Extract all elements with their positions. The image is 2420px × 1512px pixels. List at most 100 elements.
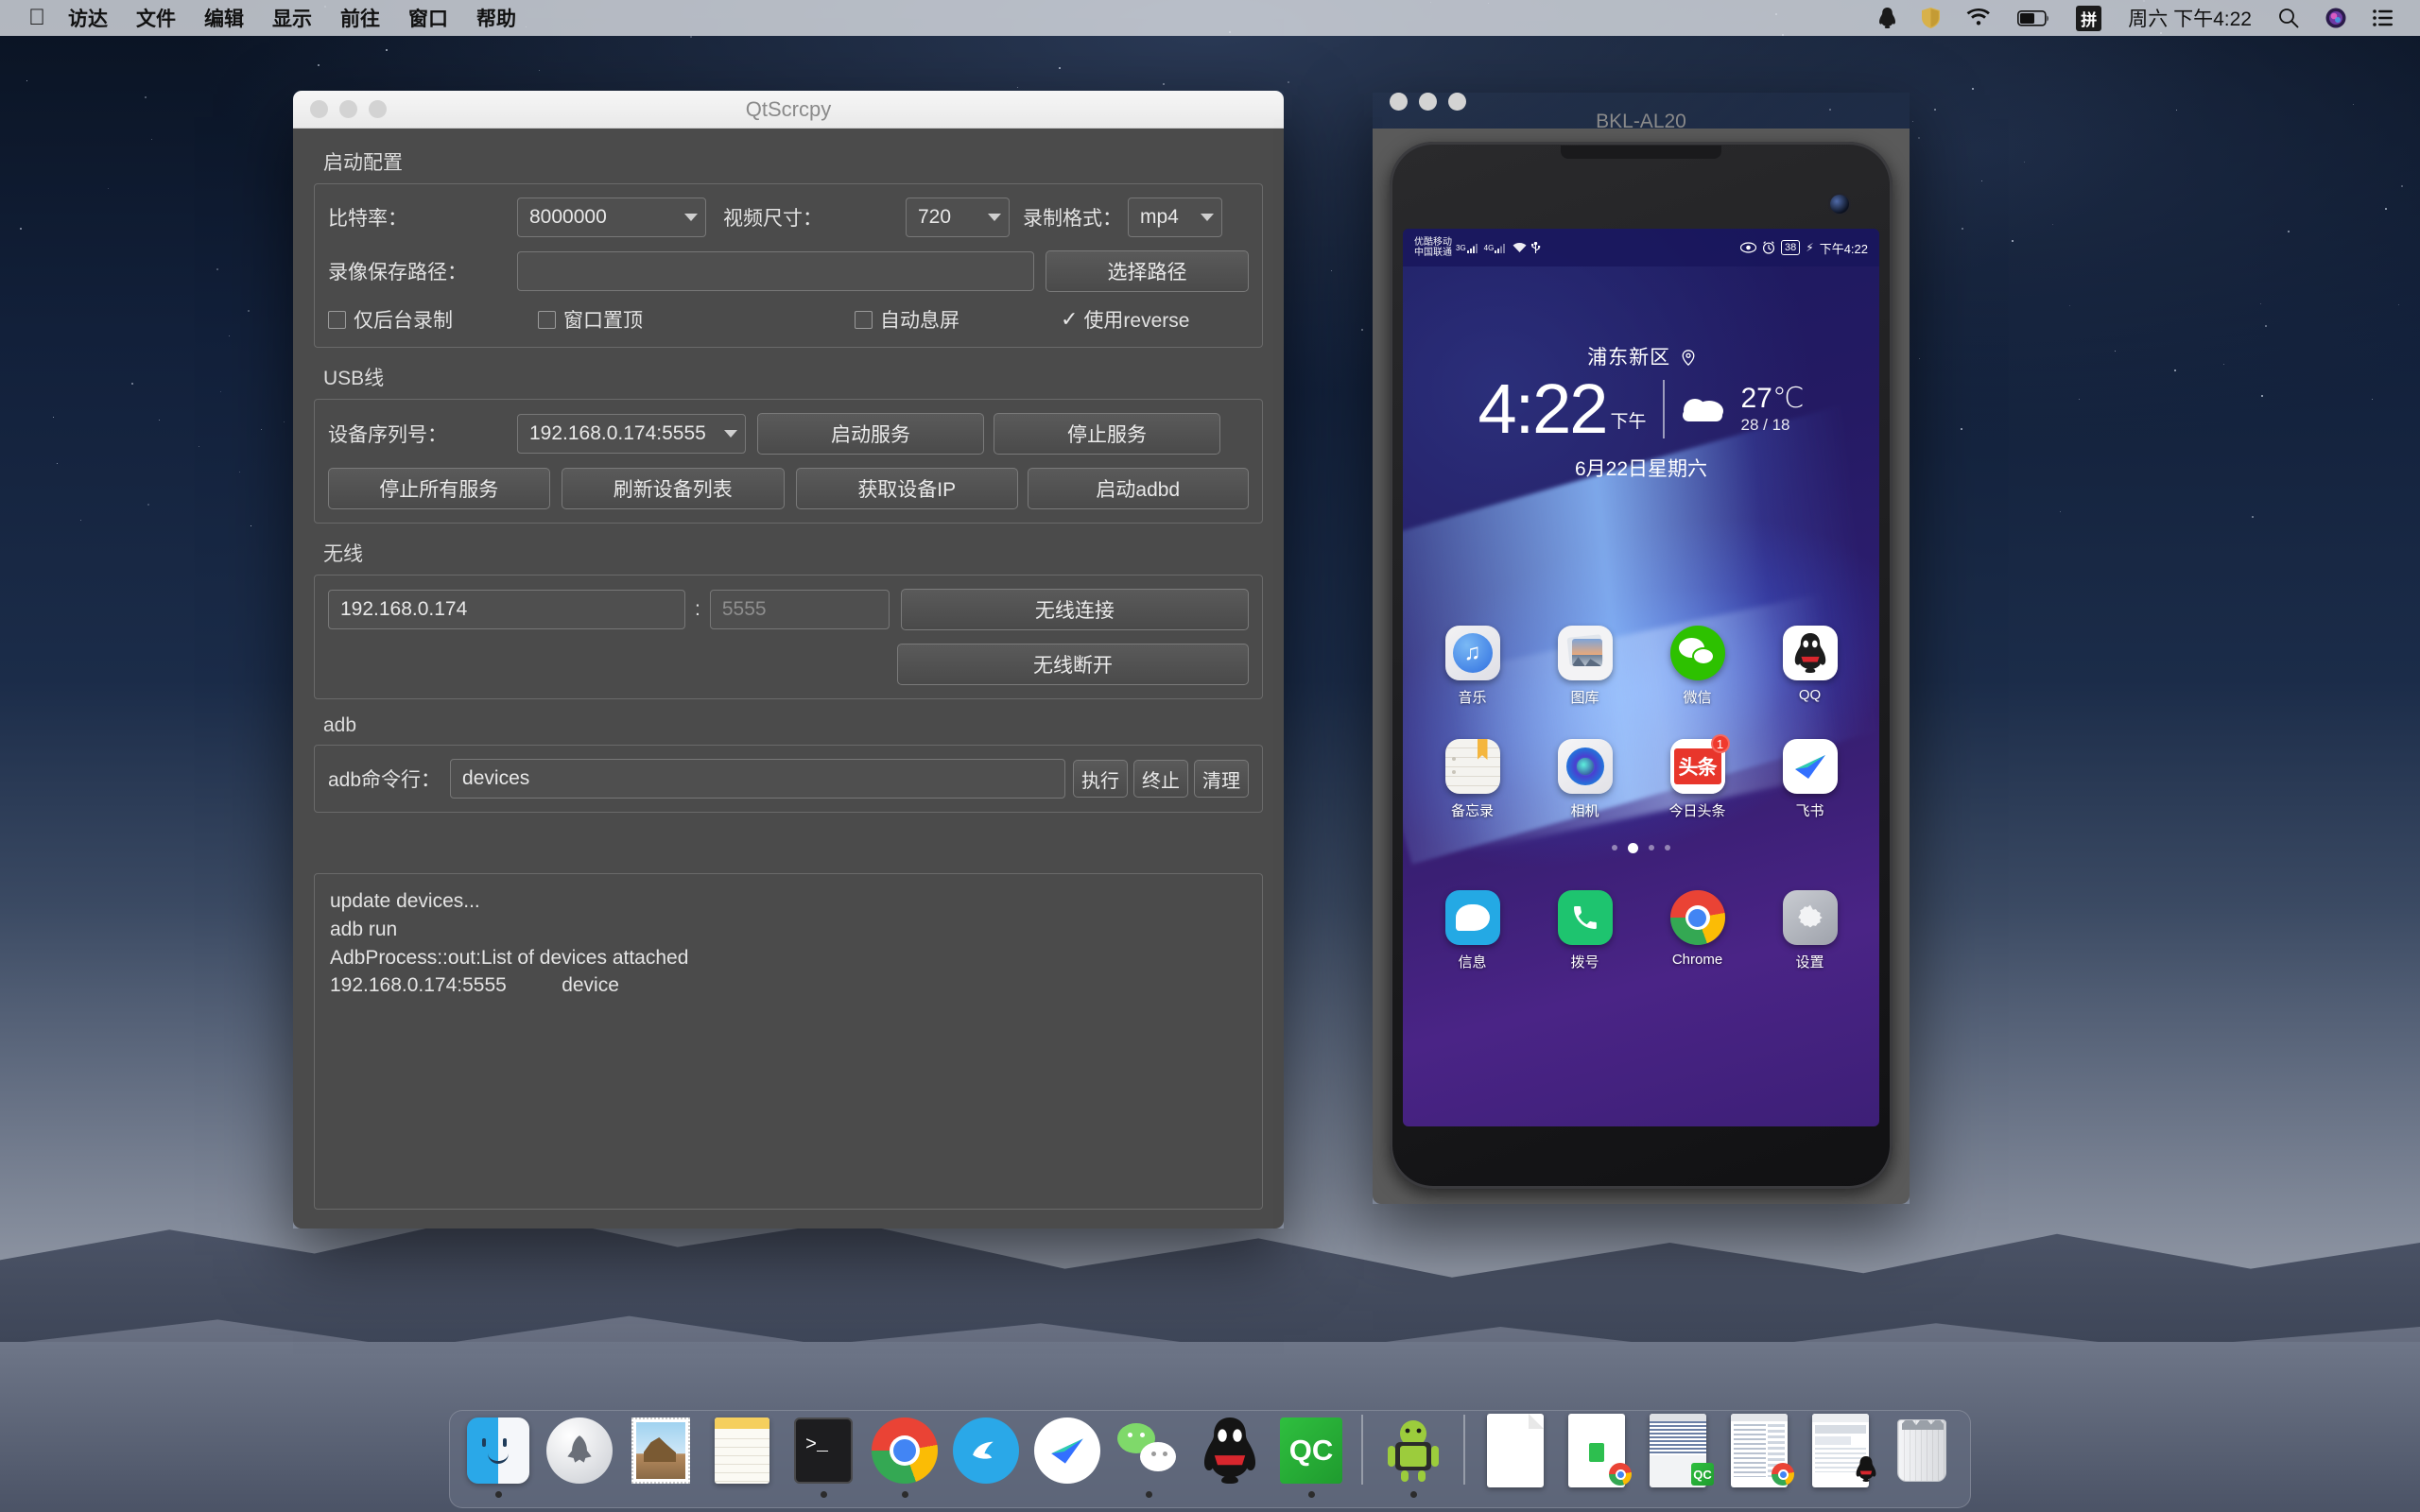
checkbox-background-record[interactable]: 仅后台录制: [328, 305, 538, 334]
checkbox-always-on-top[interactable]: 窗口置顶: [538, 305, 855, 334]
dock-item-trash[interactable]: [1881, 1414, 1962, 1498]
qq-penguin-icon[interactable]: [1879, 8, 1895, 28]
app-chrome[interactable]: Chrome: [1662, 890, 1734, 971]
refresh-device-list-button[interactable]: 刷新设备列表: [562, 468, 785, 509]
dock-item-notes[interactable]: [701, 1414, 783, 1498]
shield-icon[interactable]: [1922, 8, 1940, 28]
phone-titlebar[interactable]: BKL-AL20: [1373, 93, 1910, 129]
wifi-icon[interactable]: [1966, 9, 1991, 27]
app-music[interactable]: ♫ 音乐: [1437, 626, 1509, 707]
search-icon[interactable]: [2278, 8, 2299, 28]
app-camera[interactable]: 相机: [1549, 739, 1621, 820]
input-method-icon[interactable]: 拼: [2076, 6, 2101, 31]
app-qq[interactable]: QQ: [1774, 626, 1846, 707]
dock-minimized-qq-chat[interactable]: [1800, 1414, 1881, 1498]
stop-all-services-button[interactable]: 停止所有服务: [328, 468, 550, 509]
page-dot[interactable]: [1649, 845, 1654, 850]
dock-item-launchpad[interactable]: [539, 1414, 620, 1498]
clock-weather-widget[interactable]: 浦东新区 4:22 下午 27℃ 28 / 18 6月22日星期六: [1403, 342, 1879, 482]
dock-item-mail[interactable]: [620, 1414, 701, 1498]
menu-item-view[interactable]: 显示: [272, 4, 312, 32]
adb-log-output[interactable]: update devices... adb run AdbProcess::ou…: [314, 873, 1263, 1210]
maximize-button[interactable]: [1448, 93, 1466, 111]
menu-item-help[interactable]: 帮助: [476, 4, 516, 32]
page-dot-active[interactable]: [1628, 843, 1638, 853]
adb-run-button[interactable]: 执行: [1073, 760, 1128, 798]
start-adbd-button[interactable]: 启动adbd: [1028, 468, 1250, 509]
chevron-down-icon: [1201, 214, 1214, 221]
control-center-icon[interactable]: [2373, 9, 2394, 26]
adb-command-input[interactable]: devices: [450, 759, 1065, 799]
app-label: Chrome: [1662, 952, 1734, 968]
menu-item-edit[interactable]: 编辑: [204, 4, 244, 32]
stop-service-button[interactable]: 停止服务: [994, 413, 1220, 455]
save-path-label: 录像保存路径：: [328, 257, 517, 285]
apple-logo-icon[interactable]: : [28, 7, 45, 29]
wechat-icon: [1112, 1414, 1185, 1487]
menu-item-go[interactable]: 前往: [340, 4, 380, 32]
qtscrcpy-window[interactable]: QtScrcpy 启动配置 比特率： 8000000 视频尺寸： 720 录制格…: [293, 91, 1284, 1228]
dock-item-finder[interactable]: [458, 1414, 539, 1498]
dock-item-terminal[interactable]: >_: [783, 1414, 864, 1498]
get-device-ip-button[interactable]: 获取设备IP: [796, 468, 1018, 509]
app-feishu[interactable]: 飞书: [1774, 739, 1846, 820]
close-button[interactable]: [1390, 93, 1408, 111]
battery-icon[interactable]: [2017, 10, 2049, 26]
save-path-input[interactable]: [517, 251, 1034, 291]
adb-stop-button[interactable]: 终止: [1133, 760, 1188, 798]
menu-item-finder[interactable]: 访达: [68, 4, 108, 32]
page-dot[interactable]: [1612, 845, 1617, 850]
menu-item-file[interactable]: 文件: [136, 4, 176, 32]
row-adb-command: adb命令行： devices 执行 终止 清理: [328, 759, 1249, 799]
record-format-label: 录制格式：: [1023, 203, 1122, 232]
app-settings[interactable]: 设置: [1774, 890, 1846, 971]
finder-icon: [461, 1414, 535, 1487]
dock-minimized-qtscrcpy[interactable]: QC: [1637, 1414, 1719, 1498]
dock-item-qtscrcpy[interactable]: QC: [1270, 1414, 1352, 1498]
app-badge: 1: [1711, 734, 1730, 753]
start-service-button[interactable]: 启动服务: [757, 413, 984, 455]
choose-path-button[interactable]: 选择路径: [1046, 250, 1249, 292]
minimize-button[interactable]: [1419, 93, 1437, 111]
page-dot[interactable]: [1665, 845, 1670, 850]
app-wechat[interactable]: 微信: [1662, 626, 1734, 707]
phone-screen[interactable]: 优酷移动 中国联通 3G 4G 38 ⚡ 下午4:22 浦东新区 4:22 下午…: [1403, 229, 1879, 1126]
phone-mirror-window[interactable]: BKL-AL20 优酷移动 中国联通 3G 4G 38 ⚡ 下午4:22 浦东新…: [1373, 93, 1910, 1204]
checkbox-auto-screen-off[interactable]: 自动息屏: [855, 305, 1061, 334]
app-notes[interactable]: 备忘录: [1437, 739, 1509, 820]
record-format-value: mp4: [1140, 206, 1193, 229]
siri-icon[interactable]: [2325, 8, 2346, 28]
wireless-connect-button[interactable]: 无线连接: [901, 589, 1249, 630]
checkbox-use-reverse[interactable]: ✓ 使用reverse: [1061, 305, 1189, 334]
dock-minimized-chrome[interactable]: [1556, 1414, 1637, 1498]
qtscrcpy-titlebar[interactable]: QtScrcpy: [293, 91, 1284, 129]
qq-icon: [1193, 1414, 1267, 1487]
running-indicator: [1308, 1491, 1315, 1498]
video-size-select[interactable]: 720: [906, 198, 1010, 237]
dock-item-feishu[interactable]: [1027, 1414, 1108, 1498]
dock-item-wechat[interactable]: [1108, 1414, 1189, 1498]
dock-item-android-studio[interactable]: [1373, 1414, 1454, 1498]
bitrate-select[interactable]: 8000000: [517, 198, 706, 237]
app-gallery[interactable]: 图库: [1549, 626, 1621, 707]
dock-minimized-chrome-2[interactable]: [1719, 1414, 1800, 1498]
dock-minimized-document[interactable]: [1475, 1414, 1556, 1498]
app-messages[interactable]: 信息: [1437, 890, 1509, 971]
menubar-clock[interactable]: 周六 下午4:22: [2128, 4, 2252, 32]
app-label: 微信: [1662, 687, 1734, 707]
serial-label: 设备序列号：: [328, 420, 517, 448]
record-format-select[interactable]: mp4: [1128, 198, 1222, 237]
dock-item-sogou[interactable]: [945, 1414, 1027, 1498]
app-toutiao[interactable]: 头条 1 今日头条: [1662, 739, 1734, 820]
wireless-ip-input[interactable]: 192.168.0.174: [328, 590, 685, 629]
dock-item-chrome[interactable]: [864, 1414, 945, 1498]
wireless-disconnect-button[interactable]: 无线断开: [897, 644, 1249, 685]
phone-window-controls[interactable]: [1390, 93, 1910, 111]
serial-select[interactable]: 192.168.0.174:5555: [517, 414, 746, 454]
menu-item-window[interactable]: 窗口: [408, 4, 448, 32]
dock-item-qq[interactable]: [1189, 1414, 1270, 1498]
wireless-port-input[interactable]: 5555: [710, 590, 890, 629]
macos-dock[interactable]: >_ QC QC: [449, 1410, 1971, 1508]
app-dialer[interactable]: 拨号: [1549, 890, 1621, 971]
adb-clear-button[interactable]: 清理: [1194, 760, 1249, 798]
